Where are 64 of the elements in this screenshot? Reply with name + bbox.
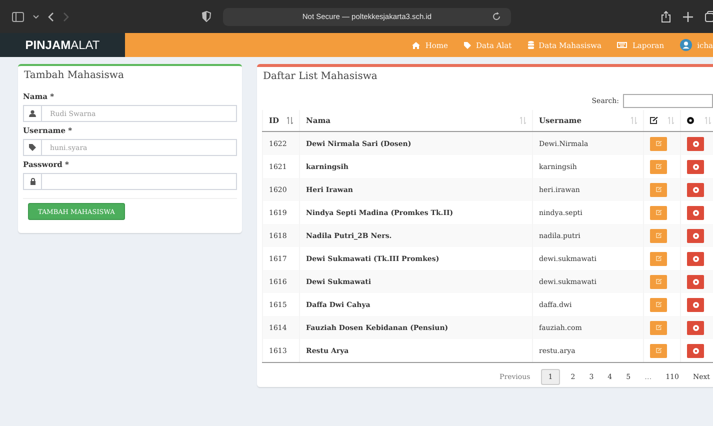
gear-icon xyxy=(687,117,694,124)
delete-button[interactable] xyxy=(687,136,704,150)
delete-button[interactable] xyxy=(687,252,704,266)
edit-button[interactable] xyxy=(650,136,667,150)
edit-button[interactable] xyxy=(650,206,667,220)
gear-icon xyxy=(692,140,698,146)
card-title: Daftar List Mahasiswa xyxy=(262,70,378,84)
user-icon xyxy=(29,110,36,117)
card-title: Tambah Mahasiswa xyxy=(23,69,125,83)
share-icon[interactable] xyxy=(661,10,671,22)
database-icon xyxy=(528,41,534,49)
edit-button[interactable] xyxy=(650,320,667,334)
delete-button[interactable] xyxy=(687,228,704,242)
delete-button[interactable] xyxy=(687,160,704,174)
edit-icon xyxy=(656,302,662,307)
edit-icon xyxy=(656,348,662,353)
gear-icon xyxy=(692,278,698,284)
tabs-icon[interactable] xyxy=(705,11,713,22)
home-icon xyxy=(412,42,420,48)
delete-button[interactable] xyxy=(687,344,704,358)
edit-icon xyxy=(656,279,662,284)
plus-icon[interactable] xyxy=(683,12,693,22)
edit-icon xyxy=(656,187,662,192)
search-field[interactable] xyxy=(623,94,713,108)
back-icon[interactable] xyxy=(48,12,54,22)
gear-icon xyxy=(692,186,698,192)
delete-button[interactable] xyxy=(687,320,704,334)
edit-icon xyxy=(656,164,662,169)
delete-button[interactable] xyxy=(687,206,704,220)
edit-button[interactable] xyxy=(650,298,667,312)
edit-button[interactable] xyxy=(650,252,667,266)
logo[interactable]: PINJAMALAT xyxy=(0,33,125,57)
tag-icon xyxy=(29,144,36,151)
reload-icon[interactable] xyxy=(492,12,501,20)
gear-icon xyxy=(692,164,698,170)
gear-icon xyxy=(692,210,698,216)
gear-icon xyxy=(692,256,698,262)
edit-icon xyxy=(656,325,662,330)
gear-icon xyxy=(692,302,698,308)
delete-button[interactable] xyxy=(687,274,704,288)
edit-icon xyxy=(656,256,662,261)
input-field[interactable] xyxy=(41,173,237,190)
tag-icon xyxy=(464,42,471,48)
edit-button[interactable] xyxy=(650,182,667,196)
edit-button[interactable] xyxy=(650,344,667,358)
edit-button[interactable] xyxy=(650,274,667,288)
gear-icon xyxy=(692,348,698,354)
avatar-icon xyxy=(680,39,692,51)
gear-icon xyxy=(692,324,698,330)
keyboard-icon xyxy=(617,42,628,48)
edit-icon xyxy=(656,141,662,146)
edit-button[interactable] xyxy=(650,160,667,174)
sort-icon[interactable] xyxy=(287,117,293,124)
delete-button[interactable] xyxy=(687,182,704,196)
chevron-down-icon[interactable] xyxy=(33,14,39,18)
sidebar-icon[interactable] xyxy=(12,12,24,22)
lock-icon xyxy=(30,178,36,185)
delete-button[interactable] xyxy=(687,298,704,312)
gear-icon xyxy=(692,232,698,238)
edit-icon xyxy=(650,117,658,124)
shield-icon[interactable] xyxy=(202,11,211,22)
edit-button[interactable] xyxy=(650,228,667,242)
edit-icon xyxy=(656,210,662,215)
edit-icon xyxy=(656,233,662,238)
